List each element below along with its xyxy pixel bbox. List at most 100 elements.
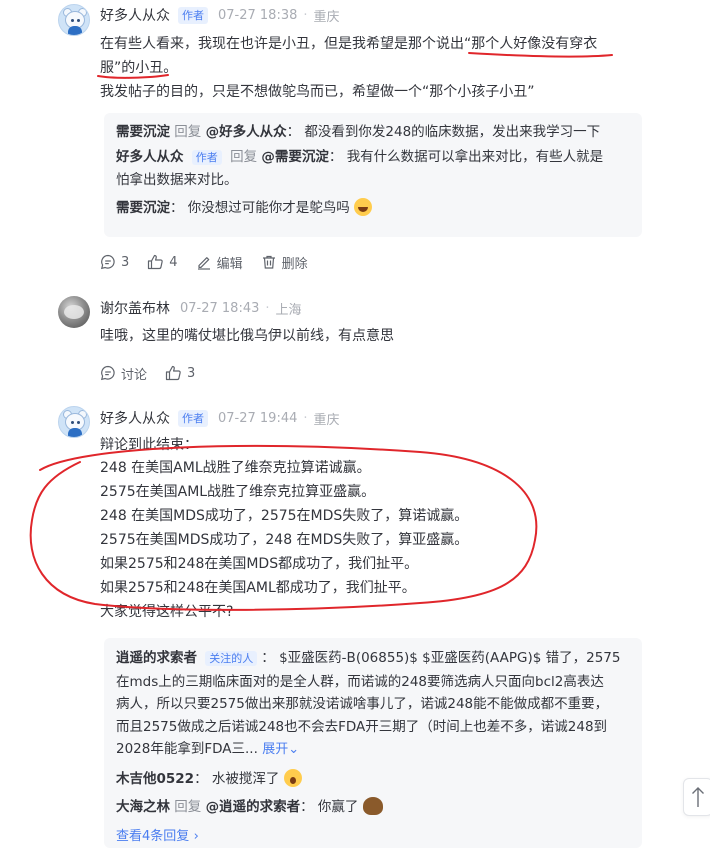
reply-username[interactable]: 需要沉淀 [116, 200, 170, 216]
reply-item[interactable]: 逍遥的求索者 关注的人： $亚盛医药-B(06855)$ $亚盛医药(AAPG)… [116, 647, 630, 762]
post-time: 07-27 18:43 [180, 300, 260, 316]
reply-item[interactable]: 大海之林 回复 @逍遥的求索者： 你赢了 [116, 796, 630, 819]
author-badge: 作者 [191, 150, 222, 165]
post-actions: 讨论 3 [100, 362, 213, 384]
reply-label: 回复 [230, 149, 258, 165]
laughing-emoji-icon [354, 198, 373, 216]
following-badge: 关注的人 [205, 651, 258, 666]
reply-list: 需要沉淀 回复 @好多人从众： 都没看到你发248的临床数据，发出来我学习一下 … [104, 113, 642, 237]
delete-button[interactable]: 删除 [261, 253, 308, 272]
username[interactable]: 好多人从众 [100, 408, 170, 428]
avatar-body [68, 428, 82, 437]
avatar-body [68, 26, 82, 35]
more-replies-link[interactable]: 查看4条回复 › [116, 825, 630, 848]
back-to-top-button[interactable] [683, 778, 710, 816]
like-button[interactable]: 4 [147, 254, 178, 270]
separator-dot: · [303, 410, 308, 426]
post-meta: 谢尔盖布林 07-27 18:43 · 上海 [100, 298, 302, 318]
content-line: 辩论到此结束： [100, 437, 198, 453]
reply-text: 在mds上的三期临床面对的是全人群，而诺诚的248要筛选病人只面向bcl2高表达 [116, 673, 604, 690]
comment-button[interactable]: 3 [100, 254, 129, 270]
avatar-eye [77, 19, 80, 22]
shocked-emoji-icon [283, 768, 302, 787]
reply-username[interactable]: 逍遥的求索者 [116, 650, 197, 666]
avatar-eye [71, 19, 74, 22]
thumbs-up-icon [165, 365, 181, 381]
separator-dot: · [303, 7, 308, 23]
content-line: 248 在美国MDS成功了，2575在MDS失败了，算诺诚赢。 [100, 508, 469, 524]
reply-text: 怕拿出数据来对比。 [116, 172, 238, 188]
author-badge: 作者 [178, 6, 208, 24]
trash-icon [262, 255, 275, 269]
reply-list: 逍遥的求索者 关注的人： $亚盛医药-B(06855)$ $亚盛医药(AAPG)… [104, 638, 642, 848]
content-line: 在有些人看来，我现在也许是小丑，但是我希望是那个说出“那个人好像没有穿衣 [100, 36, 598, 52]
post-time: 07-27 18:38 [218, 7, 298, 23]
chevron-down-icon: ⌄ [288, 742, 300, 757]
reply-text: 而且2575做成之后诺诚248也不会去FDA开三期了（时间上也差不多，诺诚248… [116, 718, 608, 735]
content-line: 我发帖子的目的，只是不想做鸵鸟而已，希望做一个“那个小孩子小丑” [100, 84, 535, 100]
reply-text: 我有什么数据可以拿出来对比，有些人就是 [346, 149, 604, 165]
reply-username[interactable]: 木吉他0522 [116, 771, 194, 787]
arrow-up-icon [692, 787, 704, 807]
comment-icon [100, 365, 115, 381]
reply-text: 都没看到你发248的临床数据，发出来我学习一下 [304, 124, 601, 140]
avatar[interactable] [58, 4, 90, 36]
separator-dot: · [265, 300, 270, 316]
post-location: 重庆 [313, 412, 340, 428]
thumbs-up-icon [148, 254, 164, 270]
reply-label: 回复 [174, 798, 202, 815]
reply-item[interactable]: 好多人从众 作者 回复 @需要沉淀： 我有什么数据可以拿出来对比，有些人就是 怕… [116, 146, 630, 192]
author-badge: 作者 [178, 409, 208, 427]
username[interactable]: 谢尔盖布林 [100, 298, 170, 318]
reply-target[interactable]: @好多人从众 [206, 124, 287, 140]
reply-text: 你没想过可能你才是鸵鸟吗 [187, 200, 350, 216]
like-button[interactable]: 3 [165, 365, 195, 381]
comment-label: 讨论 [121, 367, 148, 383]
reply-colon: ： [261, 650, 275, 666]
expand-button[interactable]: 展开⌄ [262, 742, 299, 757]
edit-button[interactable]: 编辑 [196, 253, 243, 272]
content-line: 如果2575和248在美国AML都成功了，我们扯平。 [100, 580, 416, 596]
like-count: 4 [169, 254, 178, 270]
reply-text: $亚盛医药-B(06855)$ $亚盛医药(AAPG)$ 错了，2575 [279, 650, 621, 666]
reply-username[interactable]: 大海之林 [116, 799, 170, 815]
avatar[interactable] [58, 296, 90, 328]
content-line: 大家觉得这样公平不? [100, 604, 234, 620]
avatar-blob [64, 305, 84, 319]
content-line: 哇哦，这里的嘴仗堪比俄乌伊以前线，有点意思 [100, 328, 394, 344]
post-content: 辩论到此结束： 248 在美国AML战胜了维奈克拉算诺诚赢。 2575在美国AM… [100, 434, 660, 624]
avatar-eye [71, 421, 74, 424]
reply-item[interactable]: 需要沉淀 回复 @好多人从众： 都没看到你发248的临床数据，发出来我学习一下 [116, 121, 630, 144]
reply-username[interactable]: 好多人从众 [116, 149, 184, 165]
username[interactable]: 好多人从众 [100, 5, 170, 25]
reply-item[interactable]: 需要沉淀： 你没想过可能你才是鸵鸟吗 [116, 197, 630, 220]
content-line: 如果2575和248在美国MDS都成功了，我们扯平。 [100, 556, 419, 572]
avatar[interactable] [58, 406, 90, 438]
comment-icon [100, 254, 115, 270]
comment-button[interactable]: 讨论 [100, 364, 147, 383]
reply-colon: ： [194, 770, 208, 787]
poop-emoji-icon [362, 796, 383, 815]
content-line: 2575在美国AML战胜了维奈克拉算亚盛赢。 [100, 484, 376, 500]
post-actions: 3 4 编辑 删除 [100, 251, 326, 273]
reply-text: 病人，所以只要2575做出来那就没诺诚啥事儿了，诺诚248能不能做成都不重要， [116, 696, 609, 712]
reply-colon: ： [328, 149, 343, 165]
reply-text: 你赢了 [317, 798, 359, 815]
reply-username[interactable]: 需要沉淀 [116, 124, 170, 140]
more-replies-label: 查看4条回复 [116, 828, 190, 844]
content-line: 2575在美国MDS成功了，248 在MDS失败了，算亚盛赢。 [100, 532, 469, 548]
like-count: 3 [187, 365, 196, 381]
comment-count: 3 [121, 254, 130, 270]
reply-colon: ： [286, 124, 301, 140]
post-location: 重庆 [313, 9, 340, 25]
content-line: 服”的小丑。 [100, 60, 178, 76]
post-meta: 好多人从众 作者 07-27 19:44 · 重庆 [100, 408, 340, 428]
avatar-eye [77, 421, 80, 424]
post-location: 上海 [275, 302, 302, 318]
post-content: 哇哦，这里的嘴仗堪比俄乌伊以前线，有点意思 [100, 324, 660, 348]
reply-target[interactable]: @逍遥的求索者 [206, 799, 301, 815]
reply-text: 水被搅浑了 [211, 770, 280, 787]
post-content: 在有些人看来，我现在也许是小丑，但是我希望是那个说出“那个人好像没有穿衣 服”的… [100, 32, 660, 104]
reply-target[interactable]: @需要沉淀 [261, 149, 329, 165]
reply-item[interactable]: 木吉他0522： 水被搅浑了 [116, 768, 630, 791]
